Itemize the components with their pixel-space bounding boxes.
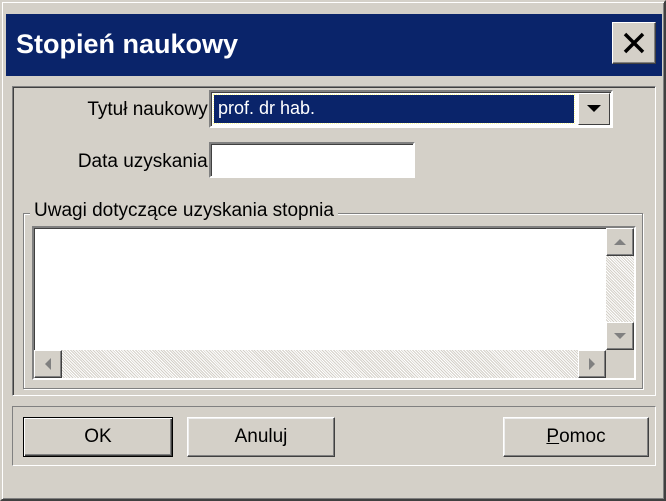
ok-button[interactable]: OK: [23, 417, 173, 457]
arrow-right-icon: [588, 358, 595, 370]
tytul-selected-value[interactable]: prof. dr hab.: [213, 94, 575, 124]
form-panel: Tytuł naukowy: prof. dr hab. Data uzyska…: [12, 86, 656, 396]
notes-text-area[interactable]: [36, 230, 604, 348]
help-button-accelerator: P: [546, 426, 560, 447]
help-button-label: omoc: [559, 426, 606, 447]
close-icon: [623, 32, 645, 54]
help-button[interactable]: Pomoc: [503, 417, 649, 457]
cancel-button[interactable]: Anuluj: [187, 417, 335, 457]
scroll-up-button[interactable]: [606, 228, 634, 256]
arrow-down-icon: [614, 332, 626, 339]
tytul-combobox[interactable]: prof. dr hab.: [209, 90, 613, 128]
title-bar[interactable]: Stopień naukowy: [6, 14, 662, 76]
notes-group-title: Uwagi dotyczące uzyskania stopnia: [30, 199, 338, 223]
vertical-scrollbar[interactable]: [606, 228, 634, 350]
window-title: Stopień naukowy: [16, 29, 239, 59]
arrow-up-icon: [614, 238, 626, 245]
chevron-down-icon: [587, 105, 601, 112]
data-label: Data uzyskania:: [77, 151, 213, 172]
dialog-window: Stopień naukowy Tytuł naukowy: prof. dr …: [0, 0, 666, 501]
data-uzyskania-input[interactable]: [209, 142, 415, 178]
scrollbar-corner: [606, 350, 634, 378]
tytul-label: Tytuł naukowy:: [87, 99, 213, 120]
combo-dropdown-button[interactable]: [578, 93, 610, 125]
arrow-left-icon: [44, 358, 51, 370]
scroll-down-button[interactable]: [606, 322, 634, 350]
horizontal-scrollbar[interactable]: [34, 350, 606, 378]
notes-groupbox: Uwagi dotyczące uzyskania stopnia: [23, 199, 643, 389]
scroll-right-button[interactable]: [578, 350, 606, 378]
button-bar: OK Anuluj Pomoc: [12, 406, 656, 466]
close-button[interactable]: [612, 22, 656, 64]
notes-memo[interactable]: [32, 226, 636, 380]
scroll-left-button[interactable]: [34, 350, 62, 378]
